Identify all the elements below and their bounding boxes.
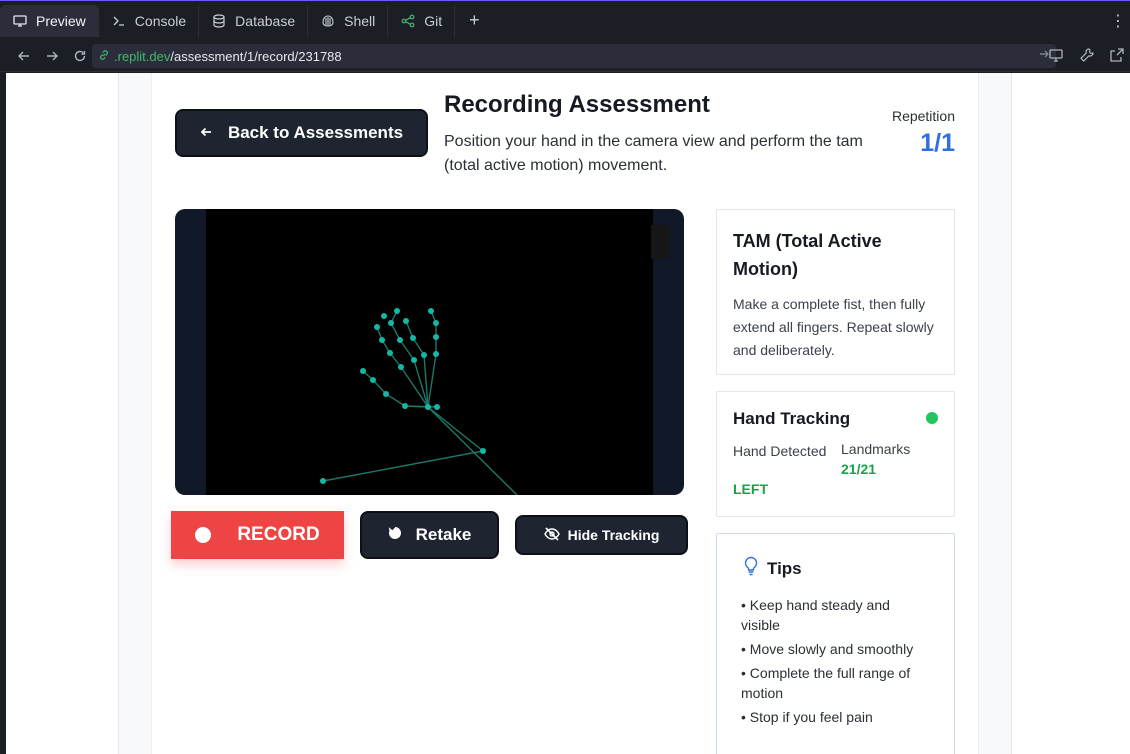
terminal-icon bbox=[111, 13, 127, 29]
hand-detected-label: Hand Detected bbox=[733, 443, 827, 459]
page-title: Recording Assessment bbox=[444, 91, 710, 118]
list-item: Complete the full range of motion bbox=[741, 663, 930, 703]
back-arrow-icon[interactable] bbox=[10, 44, 38, 68]
hide-tracking-button[interactable]: Hide Tracking bbox=[515, 515, 688, 555]
wrench-icon[interactable] bbox=[1078, 46, 1096, 64]
tips-title: Tips bbox=[767, 558, 802, 578]
database-icon bbox=[211, 13, 227, 29]
camera-view bbox=[175, 209, 684, 495]
tab-console[interactable]: Console bbox=[99, 4, 200, 37]
tips-list: Keep hand steady and visible Move slowly… bbox=[741, 595, 930, 727]
tab-git[interactable]: Git bbox=[388, 4, 456, 37]
tab-label: Console bbox=[134, 12, 187, 29]
preview-viewport: Back to Assessments Recording Assessment… bbox=[6, 73, 1130, 754]
arrow-left-icon bbox=[200, 123, 212, 143]
lightbulb-icon bbox=[743, 556, 759, 581]
back-to-assessments-button[interactable]: Back to Assessments bbox=[175, 109, 428, 157]
tab-shell[interactable]: Shell bbox=[308, 4, 389, 37]
hand-detected-value: LEFT bbox=[733, 481, 768, 497]
retake-button[interactable]: Retake bbox=[360, 511, 499, 559]
list-item: Keep hand steady and visible bbox=[741, 595, 930, 635]
browser-url-bar: .replit.dev/assessment/1/record/231788 bbox=[0, 40, 1130, 72]
url-input[interactable]: .replit.dev/assessment/1/record/231788 bbox=[92, 44, 1056, 68]
forward-arrow-icon[interactable] bbox=[38, 44, 66, 68]
url-path: /assessment/1/record/231788 bbox=[170, 48, 342, 64]
open-external-icon[interactable] bbox=[1108, 46, 1126, 64]
tab-label: Shell bbox=[344, 12, 376, 29]
eye-off-icon bbox=[543, 526, 560, 544]
tab-database[interactable]: Database bbox=[199, 4, 309, 37]
record-button-label: RECORD bbox=[237, 524, 320, 545]
repetition-label: Repetition bbox=[891, 108, 955, 124]
monitor-icon bbox=[12, 13, 28, 29]
landmarks-label: Landmarks bbox=[841, 441, 911, 457]
tab-label: Git bbox=[424, 12, 443, 29]
tips-card: Tips Keep hand steady and visible Move s… bbox=[716, 533, 955, 754]
url-host: .replit.dev bbox=[114, 48, 171, 64]
tab-preview[interactable]: Preview bbox=[0, 4, 99, 37]
exercise-title: TAM (Total Active Motion) bbox=[733, 231, 882, 279]
tab-label: Preview bbox=[36, 12, 86, 29]
record-button[interactable]: RECORD bbox=[171, 511, 344, 559]
ide-tab-bar: Preview Console Database Shell Git + ⋮ bbox=[0, 0, 1130, 40]
reload-icon[interactable] bbox=[66, 44, 94, 68]
exercise-description: Make a complete fist, then fully extend … bbox=[733, 296, 934, 358]
landmarks-value: 21/21 bbox=[841, 461, 877, 477]
hand-tracking-title: Hand Tracking bbox=[733, 409, 851, 428]
add-tab-icon[interactable]: + bbox=[455, 10, 494, 31]
hand-tracking-card: Hand Tracking Hand Detected LEFT Landmar… bbox=[716, 391, 955, 517]
devices-icon[interactable] bbox=[1048, 46, 1066, 64]
list-item: Stop if you feel pain bbox=[741, 707, 930, 727]
page-description: Position your hand in the camera view an… bbox=[444, 133, 863, 174]
retake-button-label: Retake bbox=[415, 525, 472, 544]
list-item: Move slowly and smoothly bbox=[741, 639, 930, 659]
hand-landmarks-overlay bbox=[320, 308, 518, 495]
tracking-status-indicator bbox=[926, 412, 938, 424]
shell-icon bbox=[320, 13, 336, 29]
back-button-label: Back to Assessments bbox=[227, 123, 404, 142]
exercise-info-card: TAM (Total Active Motion) Make a complet… bbox=[716, 209, 955, 375]
tab-label: Database bbox=[235, 12, 296, 29]
hide-tracking-label: Hide Tracking bbox=[567, 527, 660, 543]
more-options-icon[interactable]: ⋮ bbox=[1110, 11, 1126, 31]
git-icon bbox=[400, 13, 416, 29]
retake-icon bbox=[388, 525, 402, 545]
link-icon bbox=[98, 49, 110, 64]
repetition-counter: 1/1 bbox=[920, 129, 955, 157]
record-dot-icon bbox=[195, 527, 212, 543]
